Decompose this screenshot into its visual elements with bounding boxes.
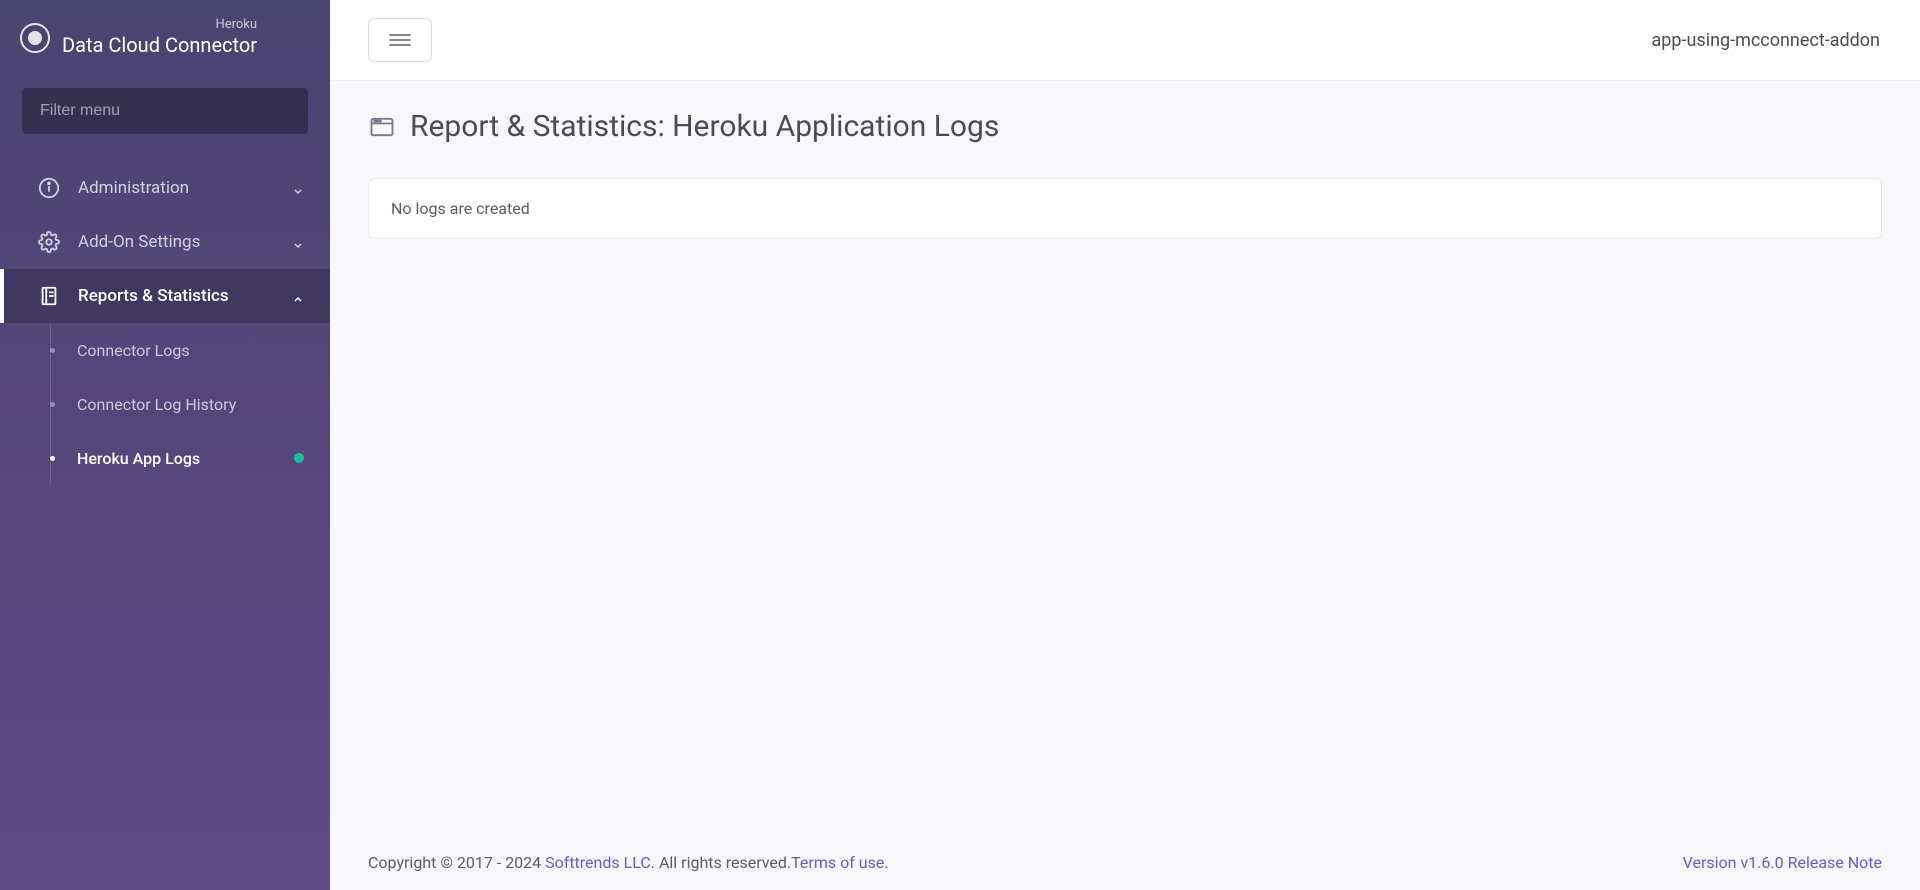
dot-icon (50, 456, 55, 461)
status-indicator-icon (294, 453, 304, 463)
app-name-label: app-using-mcconnect-addon (1652, 30, 1881, 51)
sidebar: Heroku Data Cloud Connector Administrati… (0, 0, 330, 890)
chevron-down-icon (292, 182, 304, 194)
submenu-label: Heroku App Logs (77, 449, 294, 468)
content-area: Report & Statistics: Heroku Application … (330, 81, 1920, 835)
dot-text: . (884, 853, 888, 872)
page-title-row: Report & Statistics: Heroku Application … (368, 109, 1882, 144)
dot-icon (50, 348, 55, 353)
sidebar-item-reports-statistics[interactable]: Reports & Statistics (0, 269, 330, 323)
submenu-connector-logs[interactable]: Connector Logs (0, 323, 330, 377)
version-link[interactable]: Version v1.6.0 (1683, 853, 1788, 872)
brand-text: Heroku Data Cloud Connector (62, 18, 257, 57)
logs-card: No logs are created (368, 178, 1882, 239)
sidebar-item-label: Add-On Settings (78, 232, 274, 252)
logo-icon (20, 23, 50, 53)
rights-text: . All rights reserved. (651, 853, 791, 872)
brand-title: Data Cloud Connector (62, 33, 257, 57)
topbar: app-using-mcconnect-addon (330, 0, 1920, 81)
filter-menu-input[interactable] (22, 88, 308, 134)
submenu-reports: Connector Logs Connector Log History Her… (0, 323, 330, 485)
submenu-label: Connector Log History (77, 395, 304, 414)
sidebar-item-label: Reports & Statistics (78, 286, 274, 306)
book-icon (38, 285, 60, 307)
terms-link[interactable]: Terms of use (791, 853, 884, 872)
sidebar-header: Heroku Data Cloud Connector (0, 0, 330, 75)
empty-message: No logs are created (391, 199, 1859, 218)
chevron-down-icon (292, 236, 304, 248)
sidebar-item-administration[interactable]: Administration (0, 161, 330, 215)
copyright-prefix: Copyright © 2017 - 2024 (368, 853, 545, 872)
dot-icon (50, 402, 55, 407)
chevron-up-icon (292, 290, 304, 302)
filter-wrapper (0, 75, 330, 147)
footer: Copyright © 2017 - 2024 Softtrends LLC. … (330, 835, 1920, 890)
info-icon (38, 177, 60, 199)
sidebar-item-addon-settings[interactable]: Add-On Settings (0, 215, 330, 269)
gear-icon (38, 231, 60, 253)
brand-heroku-label: Heroku (62, 18, 257, 31)
hamburger-icon (389, 34, 411, 46)
submenu-connector-log-history[interactable]: Connector Log History (0, 377, 330, 431)
company-link[interactable]: Softtrends LLC (545, 853, 651, 872)
release-note-link[interactable]: Release Note (1788, 853, 1882, 872)
window-icon (368, 113, 396, 141)
sidebar-item-label: Administration (78, 178, 274, 198)
page-title: Report & Statistics: Heroku Application … (410, 109, 999, 144)
main-area: app-using-mcconnect-addon Report & Stati… (330, 0, 1920, 890)
submenu-heroku-app-logs[interactable]: Heroku App Logs (0, 431, 330, 485)
toggle-sidebar-button[interactable] (368, 18, 432, 62)
submenu-label: Connector Logs (77, 341, 304, 360)
